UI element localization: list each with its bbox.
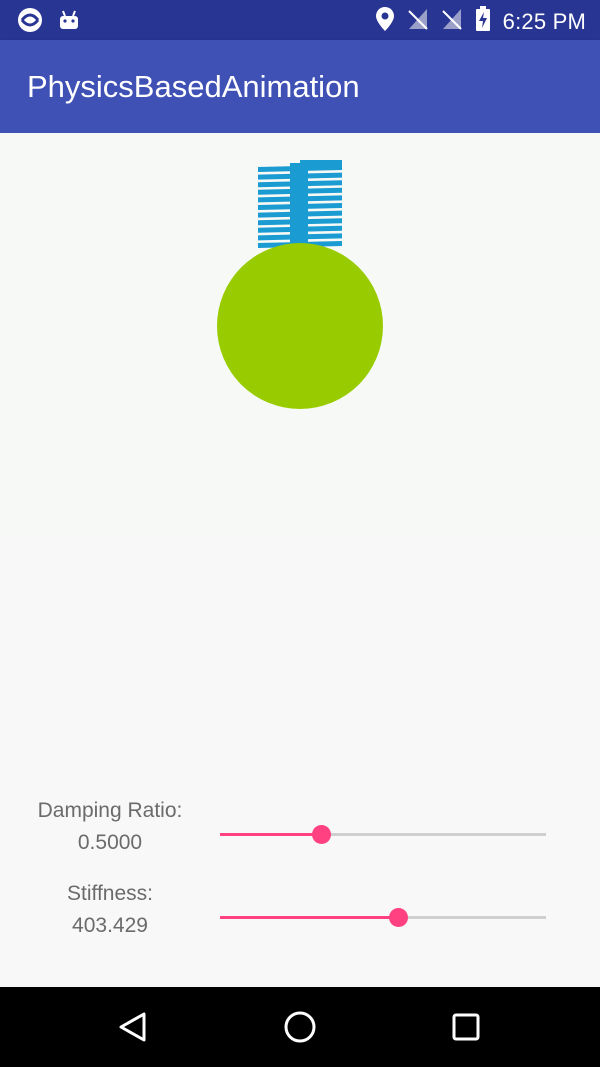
damping-label-text: Damping Ratio:: [37, 799, 183, 822]
spring-stem: [290, 163, 308, 253]
damping-slider[interactable]: [220, 820, 546, 850]
stiffness-row: Stiffness: 403.429: [0, 878, 600, 948]
spring-ball[interactable]: [217, 243, 383, 409]
damping-value: 0.5000: [77, 831, 143, 854]
signal-off-icon: [441, 7, 463, 36]
damping-label: Damping Ratio: 0.5000: [20, 795, 200, 859]
back-button[interactable]: [116, 1009, 152, 1045]
android-icon: [58, 8, 80, 37]
signal-off-icon: [407, 7, 429, 36]
stiffness-value: 403.429: [72, 914, 148, 937]
stiffness-label: Stiffness: 403.429: [20, 878, 200, 942]
recents-button[interactable]: [448, 1009, 484, 1045]
location-icon: [375, 6, 395, 37]
navigation-bar: [0, 987, 600, 1067]
controls-panel: Damping Ratio: 0.5000 Stiffness: 403.429: [0, 780, 600, 980]
stiffness-slider[interactable]: [220, 903, 546, 933]
home-icon: [284, 1011, 316, 1043]
stiffness-slider-thumb[interactable]: [388, 908, 408, 927]
home-button[interactable]: [282, 1009, 318, 1045]
damping-slider-thumb[interactable]: [312, 825, 332, 844]
back-icon: [119, 1012, 146, 1042]
stiffness-label-text: Stiffness:: [67, 882, 153, 905]
spring-coils: [258, 163, 342, 253]
sync-icon: [16, 6, 44, 39]
battery-charging-icon: [475, 6, 491, 37]
status-bar: 6:25 PM: [0, 0, 600, 40]
recents-icon: [452, 1013, 480, 1041]
animation-canvas: [0, 133, 600, 533]
damping-slider-fill: [220, 833, 322, 836]
spring-icon: [258, 160, 342, 253]
app-bar: PhysicsBasedAnimation: [0, 40, 600, 133]
damping-row: Damping Ratio: 0.5000: [0, 795, 600, 865]
status-time: 6:25 PM: [502, 8, 586, 34]
stiffness-slider-fill: [220, 916, 398, 919]
app-title: PhysicsBasedAnimation: [27, 69, 360, 104]
